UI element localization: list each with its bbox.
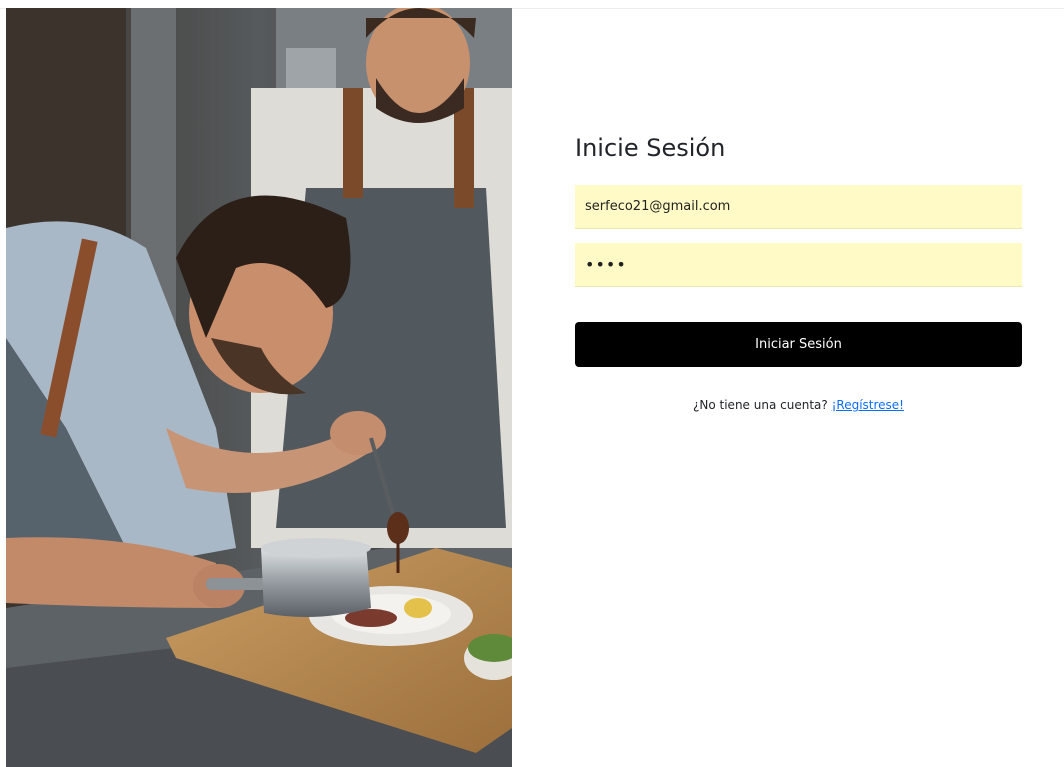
hero-photo xyxy=(6,8,512,767)
login-button[interactable]: Iniciar Sesión xyxy=(575,322,1022,367)
password-field[interactable] xyxy=(575,243,1022,287)
email-field[interactable] xyxy=(575,185,1022,229)
login-title: Inicie Sesión xyxy=(575,134,726,162)
login-panel: Inicie Sesión Iniciar Sesión ¿No tiene u… xyxy=(575,0,1022,767)
register-link[interactable]: ¡Regístrese! xyxy=(832,398,904,412)
no-account-text: ¿No tiene una cuenta? xyxy=(693,398,828,412)
register-prompt: ¿No tiene una cuenta? ¡Regístrese! xyxy=(575,398,1022,412)
